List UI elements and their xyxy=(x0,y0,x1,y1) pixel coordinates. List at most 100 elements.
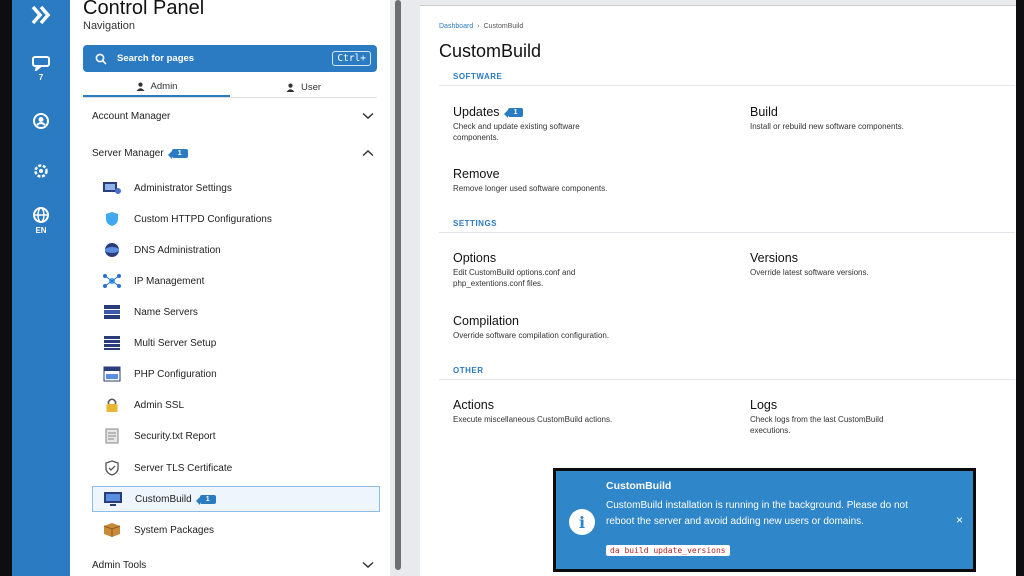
sidebar-item-label: DNS Administration xyxy=(134,244,221,256)
sidebar-item-label: Multi Server Setup xyxy=(134,337,217,349)
card-updates-title: Updates xyxy=(453,105,500,119)
card-compilation-desc: Override software compilation configurat… xyxy=(453,331,610,340)
server-manager-badge: 1 xyxy=(167,148,188,159)
sidebar-item-label: Security.txt Report xyxy=(134,430,216,442)
network-icon xyxy=(102,273,122,289)
sidebar-title: Control Panel xyxy=(83,0,205,19)
breadcrumb-separator: › xyxy=(477,23,480,30)
tab-admin[interactable]: Admin xyxy=(83,78,230,97)
sidebar-item-admin-ssl[interactable]: Admin SSL xyxy=(92,392,380,418)
section-other: OTHER xyxy=(439,366,1015,380)
sidebar-item-dns-administration[interactable]: DNS Administration xyxy=(92,237,380,263)
info-icon: i xyxy=(569,509,595,535)
card-logs-desc: Check logs from the last CustomBuild exe… xyxy=(750,415,884,435)
sidebar-item-custombuild[interactable]: CustomBuild 1 xyxy=(92,486,380,512)
card-actions-desc: Execute miscellaneous CustomBuild action… xyxy=(453,415,613,424)
card-remove-title: Remove xyxy=(453,167,500,181)
search-input[interactable]: Search for pages Ctrl+ xyxy=(83,45,377,72)
sidebar-item-custom-httpd[interactable]: Custom HTTPD Configurations xyxy=(92,206,380,232)
user-admin-icon xyxy=(136,82,145,91)
account-manager-section[interactable]: Account Manager xyxy=(92,106,374,126)
sidebar-item-label: CustomBuild xyxy=(135,493,192,505)
admin-settings-icon xyxy=(102,180,122,196)
breadcrumb-dashboard[interactable]: Dashboard xyxy=(439,23,473,30)
user-circle-icon[interactable] xyxy=(12,112,70,130)
page-title: CustomBuild xyxy=(439,41,542,61)
toast-command: da build update_versions xyxy=(606,545,730,556)
toast-message: CustomBuild installation is running in t… xyxy=(606,500,908,527)
dns-icon xyxy=(102,242,122,258)
monitor-icon xyxy=(103,491,123,507)
language-label: EN xyxy=(35,226,47,235)
account-manager-label: Account Manager xyxy=(92,110,171,122)
section-settings: SETTINGS xyxy=(439,219,1015,233)
card-options-title: Options xyxy=(453,251,497,265)
notification-toast: i CustomBuild CustomBuild installation i… xyxy=(553,468,976,572)
updates-badge: 1 xyxy=(503,107,524,118)
card-actions[interactable]: Actions Execute miscellaneous CustomBuil… xyxy=(453,398,723,425)
icon-rail: 7 EN xyxy=(12,0,70,576)
sidebar-item-server-tls-certificate[interactable]: Server TLS Certificate xyxy=(92,455,380,481)
sidebar-item-label: Server TLS Certificate xyxy=(134,462,233,474)
sidebar-item-system-packages[interactable]: System Packages xyxy=(92,517,380,543)
gear-icon[interactable] xyxy=(12,162,70,180)
card-remove-desc: Remove longer used software components. xyxy=(453,184,608,193)
card-compilation[interactable]: Compilation Override software compilatio… xyxy=(453,314,723,341)
chevron-up-icon xyxy=(362,149,374,157)
card-build-desc: Install or rebuild new software componen… xyxy=(750,122,904,131)
chevron-down-icon xyxy=(362,561,374,569)
package-icon xyxy=(102,522,122,538)
sidebar-item-administrator-settings[interactable]: Administrator Settings xyxy=(92,175,380,201)
sidebar-item-ip-management[interactable]: IP Management xyxy=(92,268,380,294)
tab-user[interactable]: User xyxy=(230,78,377,97)
chevrons-right-icon[interactable] xyxy=(12,4,70,26)
chat-icon[interactable]: 7 xyxy=(12,55,70,82)
sidebar-item-multi-server-setup[interactable]: Multi Server Setup xyxy=(92,330,380,356)
sidebar-item-label: System Packages xyxy=(134,524,215,536)
custombuild-badge: 1 xyxy=(195,494,216,505)
sidebar-subtitle: Navigation xyxy=(83,20,135,32)
tab-user-label: User xyxy=(300,82,322,93)
report-icon xyxy=(102,428,122,444)
search-shortcut: Ctrl+ xyxy=(332,51,371,66)
sidebar-item-label: IP Management xyxy=(134,275,205,287)
card-build[interactable]: Build Install or rebuild new software co… xyxy=(750,105,1020,132)
server-stack-icon xyxy=(102,304,122,320)
search-icon xyxy=(95,53,107,65)
top-bar xyxy=(420,0,1016,6)
card-updates[interactable]: Updates 1 Check and update existing softw… xyxy=(453,105,723,143)
card-build-title: Build xyxy=(750,105,778,119)
sidebar-item-label: Name Servers xyxy=(134,306,198,318)
sidebar-item-php-configuration[interactable]: PHP Configuration xyxy=(92,361,380,387)
card-versions-desc: Override latest software versions. xyxy=(750,268,869,277)
navigation-sidebar: Control Panel Navigation Search for page… xyxy=(70,0,390,576)
close-icon[interactable]: × xyxy=(956,513,963,527)
role-tabs: Admin User xyxy=(83,78,377,98)
card-options[interactable]: Options Edit CustomBuild options.conf an… xyxy=(453,251,723,289)
globe-icon[interactable]: EN xyxy=(12,206,70,235)
card-options-desc: Edit CustomBuild options.conf and php_ex… xyxy=(453,268,576,288)
sidebar-item-label: Administrator Settings xyxy=(134,182,232,194)
scrollbar-thumb[interactable] xyxy=(395,0,401,570)
card-versions-title: Versions xyxy=(750,251,798,265)
server-manager-label: Server Manager xyxy=(92,147,164,159)
card-logs[interactable]: Logs Check logs from the last CustomBuil… xyxy=(750,398,1020,436)
multi-server-icon xyxy=(102,335,122,351)
certificate-icon xyxy=(102,460,122,476)
card-versions[interactable]: Versions Override latest software versio… xyxy=(750,251,1020,278)
admin-tools-section[interactable]: Admin Tools xyxy=(92,555,374,575)
chevron-down-icon xyxy=(362,112,374,120)
server-manager-section[interactable]: Server Manager 1 xyxy=(92,143,374,163)
card-remove[interactable]: Remove Remove longer used software compo… xyxy=(453,167,723,194)
tab-admin-label: Admin xyxy=(150,81,178,92)
sidebar-item-label: Admin SSL xyxy=(134,399,185,411)
toast-title: CustomBuild xyxy=(606,480,672,492)
card-logs-title: Logs xyxy=(750,398,778,412)
sidebar-item-security-txt-report[interactable]: Security.txt Report xyxy=(92,423,380,449)
shield-icon xyxy=(102,211,122,227)
sidebar-item-name-servers[interactable]: Name Servers xyxy=(92,299,380,325)
section-software: SOFTWARE xyxy=(439,72,1015,86)
breadcrumb: Dashboard › CustomBuild xyxy=(439,23,523,30)
breadcrumb-current: CustomBuild xyxy=(483,23,524,30)
admin-tools-label: Admin Tools xyxy=(92,559,147,571)
